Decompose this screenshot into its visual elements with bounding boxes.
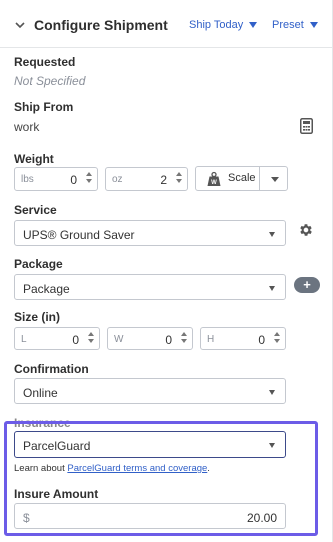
caret-down-icon [249,22,258,29]
service-value: UPS® Ground Saver [23,228,135,242]
svg-text:W: W [211,180,217,186]
caret-down-icon [269,286,275,291]
confirmation-label: Confirmation [14,362,89,376]
panel-header: Configure Shipment Ship Today Preset [0,0,333,48]
height-value: 0 [258,333,265,347]
length-unit: L [21,334,27,345]
package-select[interactable]: Package [14,274,286,300]
currency-symbol: $ [23,511,30,525]
size-label: Size (in) [14,310,61,324]
configure-shipment-panel: Configure Shipment Ship Today Preset Req… [0,0,333,542]
caret-down-icon [309,22,318,29]
scale-divider [259,167,260,190]
lbs-stepper[interactable] [85,171,93,187]
insure-amount-value: 20.00 [246,511,277,525]
length-stepper[interactable] [87,331,95,347]
size-width-input[interactable]: W 0 [107,327,193,350]
insurance-value: ParcelGuard [23,439,91,453]
requested-value: Not Specified [14,74,86,88]
height-stepper[interactable] [273,331,281,347]
insurance-learn-text: Learn about ParcelGuard terms and covera… [14,463,210,474]
weight-lbs-input[interactable]: lbs 0 [14,167,98,191]
confirmation-select[interactable]: Online [14,378,286,404]
chevron-down-icon[interactable] [14,19,26,31]
width-stepper[interactable] [180,331,188,347]
oz-value: 2 [160,173,167,187]
ship-from-value: work [14,120,40,134]
caret-down-icon [269,232,275,237]
lbs-unit: lbs [21,174,34,185]
confirmation-value: Online [23,386,58,400]
ship-from-label: Ship From [14,100,74,114]
service-label: Service [14,203,57,217]
insure-amount-label: Insure Amount [14,487,99,501]
weight-label: Weight [14,152,54,166]
ship-date-dropdown[interactable]: Ship Today [189,19,258,31]
length-value: 0 [72,333,79,347]
package-label: Package [14,257,63,271]
size-height-input[interactable]: H 0 [200,327,286,350]
calculator-icon[interactable] [300,118,313,134]
panel-title: Configure Shipment [34,17,168,33]
add-package-button[interactable]: + [294,277,320,293]
insurance-select[interactable]: ParcelGuard [14,431,286,458]
lbs-value: 0 [70,173,77,187]
width-unit: W [114,334,124,345]
oz-stepper[interactable] [175,171,183,187]
gear-icon[interactable] [298,222,314,238]
requested-label: Requested [14,55,76,69]
size-length-input[interactable]: L 0 [14,327,100,350]
caret-down-icon [269,390,275,395]
height-unit: H [207,334,215,345]
service-select[interactable]: UPS® Ground Saver [14,220,286,246]
width-value: 0 [165,333,172,347]
weight-oz-input[interactable]: oz 2 [105,167,188,191]
package-value: Package [23,282,70,296]
scale-weight-icon: W [207,171,221,186]
oz-unit: oz [112,174,123,185]
insure-amount-input[interactable]: $ 20.00 [14,503,286,529]
caret-down-icon [269,443,275,448]
parcelguard-terms-link[interactable]: ParcelGuard terms and coverage [67,463,207,474]
preset-dropdown[interactable]: Preset [272,19,318,31]
scale-dropdown-caret-icon[interactable] [271,177,279,182]
scale-button[interactable]: W Scale [195,166,288,191]
scale-label: Scale [228,172,256,184]
